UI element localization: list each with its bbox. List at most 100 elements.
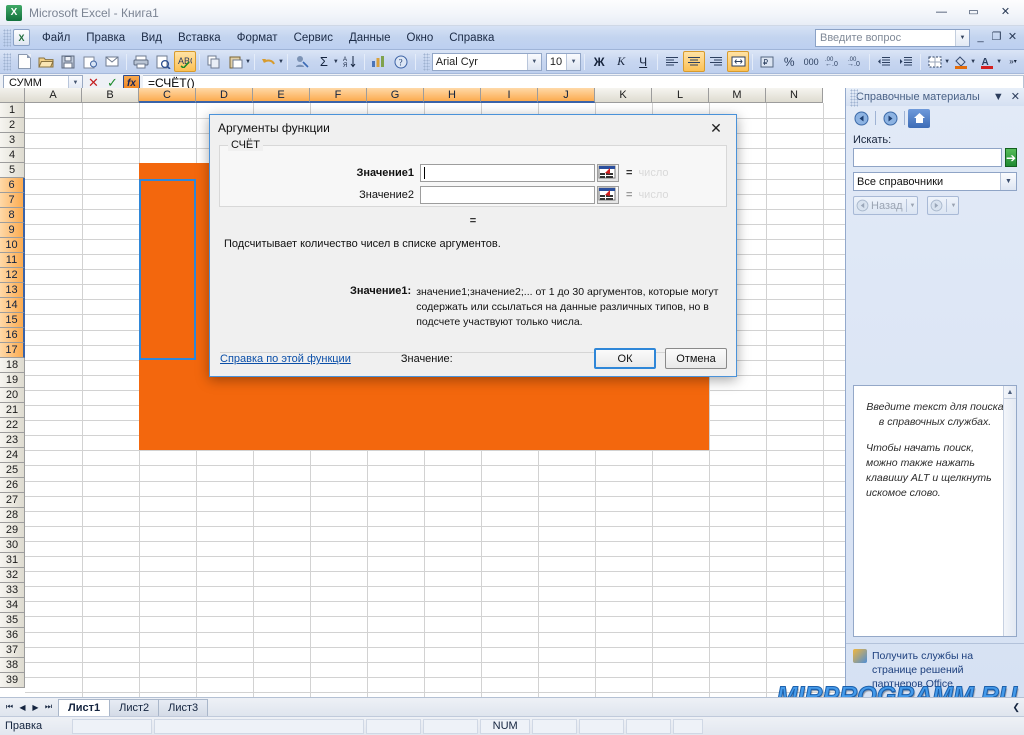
merge-center-icon[interactable] xyxy=(727,51,749,72)
row-header-25[interactable]: 25 xyxy=(0,463,25,478)
standard-toolbar-grip[interactable] xyxy=(3,53,11,71)
first-sheet-icon[interactable]: ⏮ xyxy=(3,702,16,712)
align-left-icon[interactable] xyxy=(661,51,683,72)
email-icon[interactable] xyxy=(101,51,123,72)
dialog-close-button[interactable]: ✕ xyxy=(696,115,736,141)
row-header-23[interactable]: 23 xyxy=(0,433,25,448)
task-pane-dropdown-icon[interactable]: ▼ xyxy=(993,91,1004,103)
row-header-10[interactable]: 10 xyxy=(0,238,25,253)
arg2-collapse-dialog-button[interactable] xyxy=(597,186,619,204)
row-header-3[interactable]: 3 xyxy=(0,133,25,148)
window-close-button[interactable]: ✕ xyxy=(998,4,1013,19)
row-header-32[interactable]: 32 xyxy=(0,568,25,583)
row-header-19[interactable]: 19 xyxy=(0,373,25,388)
row-header-20[interactable]: 20 xyxy=(0,388,25,403)
row-header-38[interactable]: 38 xyxy=(0,658,25,673)
start-searching-button[interactable]: ➔ xyxy=(1005,148,1017,167)
row-header-35[interactable]: 35 xyxy=(0,613,25,628)
percent-style-button[interactable]: % xyxy=(778,51,800,72)
sheet-tab-3[interactable]: Лист3 xyxy=(158,699,208,716)
window-maximize-button[interactable]: ▭ xyxy=(966,4,981,19)
sheet-tab-1[interactable]: Лист1 xyxy=(58,699,110,716)
chevron-down-icon[interactable]: ▼ xyxy=(566,54,580,70)
new-icon[interactable] xyxy=(13,51,35,72)
column-header-D[interactable]: D xyxy=(196,88,253,103)
menu-item-file[interactable]: Файл xyxy=(34,28,78,48)
row-header-34[interactable]: 34 xyxy=(0,598,25,613)
row-header-13[interactable]: 13 xyxy=(0,283,25,298)
research-scope-select[interactable]: Все справочники ▼ xyxy=(853,172,1017,191)
row-header-15[interactable]: 15 xyxy=(0,313,25,328)
menu-item-window[interactable]: Окно xyxy=(399,28,442,48)
hyperlink-icon[interactable] xyxy=(291,51,313,72)
column-header-M[interactable]: M xyxy=(709,88,766,103)
row-header-17[interactable]: 17 xyxy=(0,343,25,358)
home-icon[interactable] xyxy=(908,109,930,128)
fill-color-icon[interactable] xyxy=(950,51,972,72)
chart-wizard-icon[interactable] xyxy=(368,51,390,72)
back-arrow-icon[interactable] xyxy=(850,109,872,128)
font-color-icon[interactable]: A xyxy=(976,51,998,72)
save-icon[interactable] xyxy=(57,51,79,72)
doc-restore-button[interactable]: ❐ xyxy=(989,29,1004,44)
row-header-14[interactable]: 14 xyxy=(0,298,25,313)
resize-grip[interactable] xyxy=(673,719,703,734)
window-minimize-button[interactable]: — xyxy=(934,4,949,19)
copy-icon[interactable] xyxy=(203,51,225,72)
row-header-5[interactable]: 5 xyxy=(0,163,25,178)
row-header-37[interactable]: 37 xyxy=(0,643,25,658)
autosum-icon[interactable]: Σ xyxy=(313,51,335,72)
align-right-icon[interactable] xyxy=(705,51,727,72)
underline-button[interactable]: Ч xyxy=(632,51,654,72)
row-header-24[interactable]: 24 xyxy=(0,448,25,463)
menu-item-help[interactable]: Справка xyxy=(441,28,502,48)
task-pane-grip[interactable] xyxy=(850,89,858,107)
row-header-26[interactable]: 26 xyxy=(0,478,25,493)
undo-icon[interactable] xyxy=(258,51,280,72)
column-header-E[interactable]: E xyxy=(253,88,310,103)
sort-asc-icon[interactable]: AЯ xyxy=(339,51,361,72)
row-header-6[interactable]: 6 xyxy=(0,178,25,193)
ask-a-question-box[interactable]: Введите вопрос ▼ xyxy=(815,29,970,47)
row-header-36[interactable]: 36 xyxy=(0,628,25,643)
last-sheet-icon[interactable]: ⏭ xyxy=(42,702,55,712)
row-header-29[interactable]: 29 xyxy=(0,523,25,538)
align-center-icon[interactable] xyxy=(683,51,705,72)
help-icon[interactable]: ? xyxy=(390,51,412,72)
row-header-30[interactable]: 30 xyxy=(0,538,25,553)
currency-icon[interactable]: ₽ xyxy=(756,51,778,72)
row-header-16[interactable]: 16 xyxy=(0,328,25,343)
column-header-C[interactable]: C xyxy=(139,88,196,103)
research-back-button[interactable]: Назад ▼ xyxy=(853,196,918,215)
row-header-31[interactable]: 31 xyxy=(0,553,25,568)
tab-split-handle[interactable]: ❮ xyxy=(1012,702,1024,713)
research-forward-button[interactable]: ▼ xyxy=(927,196,959,215)
sheet-nav-arrows[interactable]: ⏮ ◀ ▶ ⏭ xyxy=(0,702,58,712)
permission-icon[interactable] xyxy=(79,51,101,72)
arg1-collapse-dialog-button[interactable] xyxy=(597,164,619,182)
comma-style-button[interactable]: 000 xyxy=(800,51,822,72)
row-header-33[interactable]: 33 xyxy=(0,583,25,598)
menu-item-data[interactable]: Данные xyxy=(341,28,399,48)
cancel-button[interactable]: Отмена xyxy=(665,348,727,369)
arg1-input[interactable] xyxy=(420,164,595,182)
row-header-28[interactable]: 28 xyxy=(0,508,25,523)
row-header-8[interactable]: 8 xyxy=(0,208,25,223)
chevron-down-icon[interactable]: ▼ xyxy=(955,30,969,46)
italic-button[interactable]: К xyxy=(610,51,632,72)
prev-sheet-icon[interactable]: ◀ xyxy=(16,703,29,712)
function-arguments-dialog[interactable]: Аргументы функции ✕ СЧЁТ Значение1 = чис… xyxy=(209,114,737,377)
spellcheck-icon[interactable]: ABC xyxy=(174,51,196,72)
menu-item-edit[interactable]: Правка xyxy=(78,28,133,48)
row-header-12[interactable]: 12 xyxy=(0,268,25,283)
row-header-4[interactable]: 4 xyxy=(0,148,25,163)
borders-icon[interactable] xyxy=(924,51,946,72)
workbook-icon[interactable]: X xyxy=(13,29,30,46)
row-header-1[interactable]: 1 xyxy=(0,103,25,118)
chevron-down-icon[interactable]: ▼ xyxy=(950,203,956,209)
bold-button[interactable]: Ж xyxy=(588,51,610,72)
research-scrollbar[interactable]: ▲ xyxy=(1003,386,1016,635)
column-header-I[interactable]: I xyxy=(481,88,538,103)
row-header-22[interactable]: 22 xyxy=(0,418,25,433)
formatting-toolbar-options-icon[interactable]: »▾ xyxy=(1002,51,1024,72)
